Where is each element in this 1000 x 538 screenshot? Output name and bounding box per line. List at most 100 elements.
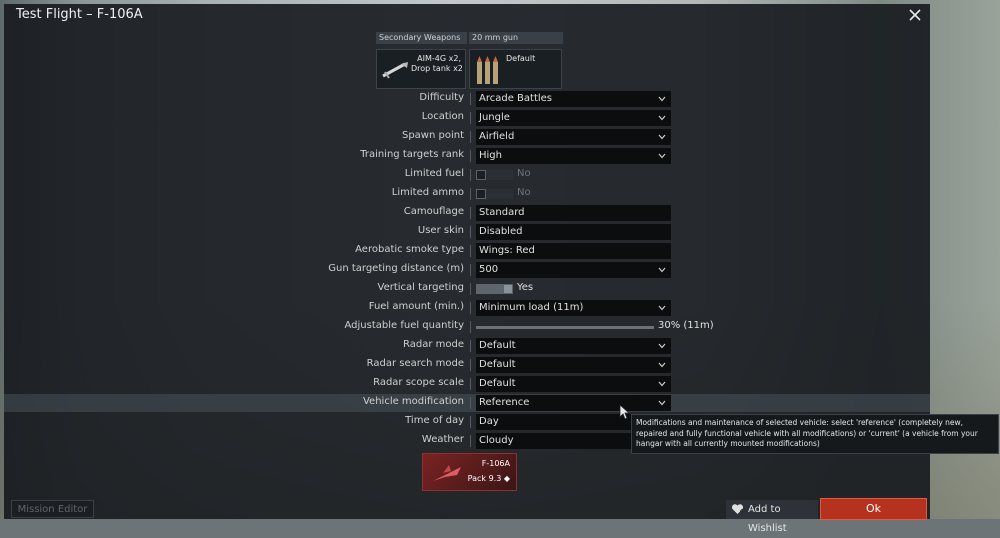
divider bbox=[470, 245, 471, 257]
setting-row-radar-mode: Radar mode Default bbox=[4, 337, 930, 355]
setting-label: Limited ammo bbox=[391, 187, 464, 198]
vehicle-card[interactable]: F-106A Pack 9.3 ◆ bbox=[422, 453, 517, 491]
gun-ammo-label: Default bbox=[506, 54, 536, 63]
radar-mode-dropdown[interactable]: Default bbox=[476, 338, 671, 354]
setting-row-spawn-point: Spawn point Airfield bbox=[4, 128, 930, 146]
mouse-cursor-icon bbox=[619, 404, 631, 420]
close-icon bbox=[909, 9, 921, 21]
close-button[interactable] bbox=[904, 4, 926, 26]
chevron-down-icon bbox=[658, 343, 666, 349]
heart-plus-icon bbox=[731, 504, 744, 514]
setting-label: Vehicle modification bbox=[362, 396, 464, 407]
divider bbox=[470, 397, 471, 409]
setting-row-user-skin: User skin Disabled bbox=[4, 223, 930, 241]
toggle-state: No bbox=[517, 168, 531, 179]
chevron-down-icon bbox=[658, 362, 666, 368]
divider bbox=[470, 226, 471, 238]
setting-label: Gun targeting distance (m) bbox=[328, 263, 464, 274]
setting-row-aerobatic-smoke-type: Aerobatic smoke type Wings: Red bbox=[4, 242, 930, 260]
setting-row-location: Location Jungle bbox=[4, 109, 930, 127]
setting-label: Camouflage bbox=[403, 206, 464, 217]
selected-value: Reference bbox=[479, 397, 530, 408]
setting-label: Training targets rank bbox=[360, 149, 464, 160]
limited-fuel-toggle[interactable] bbox=[476, 170, 513, 180]
spawn-point-dropdown[interactable]: Airfield bbox=[476, 129, 671, 145]
selected-value: Minimum load (11m) bbox=[479, 302, 584, 313]
setting-label: Aerobatic smoke type bbox=[355, 244, 464, 255]
selected-value: High bbox=[479, 150, 502, 161]
selected-value: Default bbox=[479, 340, 516, 351]
divider bbox=[470, 302, 471, 314]
vehicle-pack: Pack 9.3 ◆ bbox=[467, 474, 510, 483]
tab-gun[interactable]: 20 mm gun bbox=[469, 32, 563, 44]
training-targets-rank-dropdown[interactable]: High bbox=[476, 148, 671, 164]
divider bbox=[470, 112, 471, 124]
setting-label: Limited fuel bbox=[404, 168, 464, 179]
test-flight-dialog: Test Flight – F-106A Secondary Weapons 2… bbox=[4, 4, 999, 534]
adjustable-fuel-quantity-slider[interactable] bbox=[476, 326, 654, 329]
divider bbox=[470, 188, 471, 200]
divider bbox=[470, 169, 471, 181]
location-dropdown[interactable]: Jungle bbox=[476, 110, 671, 126]
secondary-weapon-label: AIM-4G x2, Drop tank x2 bbox=[411, 54, 463, 73]
ammo-belt-icon bbox=[477, 56, 498, 84]
selected-value: Default bbox=[479, 378, 516, 389]
radar-search-mode-dropdown[interactable]: Default bbox=[476, 357, 671, 373]
chevron-down-icon bbox=[658, 381, 666, 387]
field-value: Day bbox=[479, 416, 499, 427]
divider bbox=[470, 359, 471, 371]
divider bbox=[470, 435, 471, 447]
limited-ammo-toggle[interactable] bbox=[476, 189, 513, 199]
gun-ammo-card[interactable]: Default bbox=[469, 49, 562, 89]
setting-label: User skin bbox=[417, 225, 464, 236]
vehicle-name: F-106A bbox=[481, 459, 510, 468]
selected-value: Airfield bbox=[479, 131, 515, 142]
selected-value: Arcade Battles bbox=[479, 93, 553, 104]
selected-value: Jungle bbox=[479, 112, 510, 123]
chevron-down-icon bbox=[658, 305, 666, 311]
slider-value: 30% (11m) bbox=[658, 320, 714, 331]
difficulty-dropdown[interactable]: Arcade Battles bbox=[476, 91, 671, 107]
tab-secondary-weapons[interactable]: Secondary Weapons bbox=[376, 32, 467, 44]
fuel-amount-min-dropdown[interactable]: Minimum load (11m) bbox=[476, 300, 671, 316]
setting-row-limited-fuel: Limited fuel No bbox=[4, 166, 930, 184]
gun-targeting-distance-m-dropdown[interactable]: 500 bbox=[476, 262, 671, 278]
title-bar: Test Flight – F-106A bbox=[4, 4, 930, 26]
divider bbox=[470, 131, 471, 143]
setting-label: Fuel amount (min.) bbox=[368, 301, 464, 312]
setting-label: Spawn point bbox=[401, 130, 464, 141]
chevron-down-icon bbox=[658, 115, 666, 121]
setting-row-limited-ammo: Limited ammo No bbox=[4, 185, 930, 203]
aerobatic-smoke-type-field[interactable]: Wings: Red bbox=[476, 243, 671, 259]
divider bbox=[470, 416, 471, 428]
divider bbox=[470, 340, 471, 352]
camouflage-field[interactable]: Standard bbox=[476, 205, 671, 221]
selected-value: Default bbox=[479, 359, 516, 370]
setting-row-training-targets-rank: Training targets rank High bbox=[4, 147, 930, 165]
mission-editor-button[interactable]: Mission Editor bbox=[11, 500, 94, 518]
setting-row-radar-scope-scale: Radar scope scale Default bbox=[4, 375, 930, 393]
toggle-knob bbox=[503, 284, 513, 294]
setting-label: Adjustable fuel quantity bbox=[344, 320, 464, 331]
field-value: Disabled bbox=[479, 226, 523, 237]
setting-row-adjustable-fuel-quantity: Adjustable fuel quantity 30% (11m) bbox=[4, 318, 930, 336]
vertical-targeting-toggle[interactable] bbox=[476, 284, 513, 294]
divider bbox=[470, 283, 471, 295]
setting-row-vertical-targeting: Vertical targeting Yes bbox=[4, 280, 930, 298]
chevron-down-icon bbox=[658, 400, 666, 406]
setting-row-gun-targeting-distance-m: Gun targeting distance (m) 500 bbox=[4, 261, 930, 279]
divider bbox=[470, 93, 471, 105]
radar-scope-scale-dropdown[interactable]: Default bbox=[476, 376, 671, 392]
aircraft-icon bbox=[433, 465, 461, 481]
setting-label: Location bbox=[421, 111, 464, 122]
setting-row-vehicle-modification: Vehicle modification Reference bbox=[4, 394, 930, 412]
user-skin-field[interactable]: Disabled bbox=[476, 224, 671, 240]
chevron-down-icon bbox=[658, 134, 666, 140]
chevron-down-icon bbox=[658, 96, 666, 102]
secondary-weapon-card[interactable]: AIM-4G x2, Drop tank x2 bbox=[376, 49, 466, 89]
add-to-wishlist-button[interactable]: Add to Wishlist bbox=[726, 500, 818, 534]
divider bbox=[470, 150, 471, 162]
vehicle-modification-dropdown[interactable]: Reference bbox=[476, 395, 671, 411]
ok-button[interactable]: Ok bbox=[820, 498, 927, 520]
setting-label: Vertical targeting bbox=[377, 282, 464, 293]
